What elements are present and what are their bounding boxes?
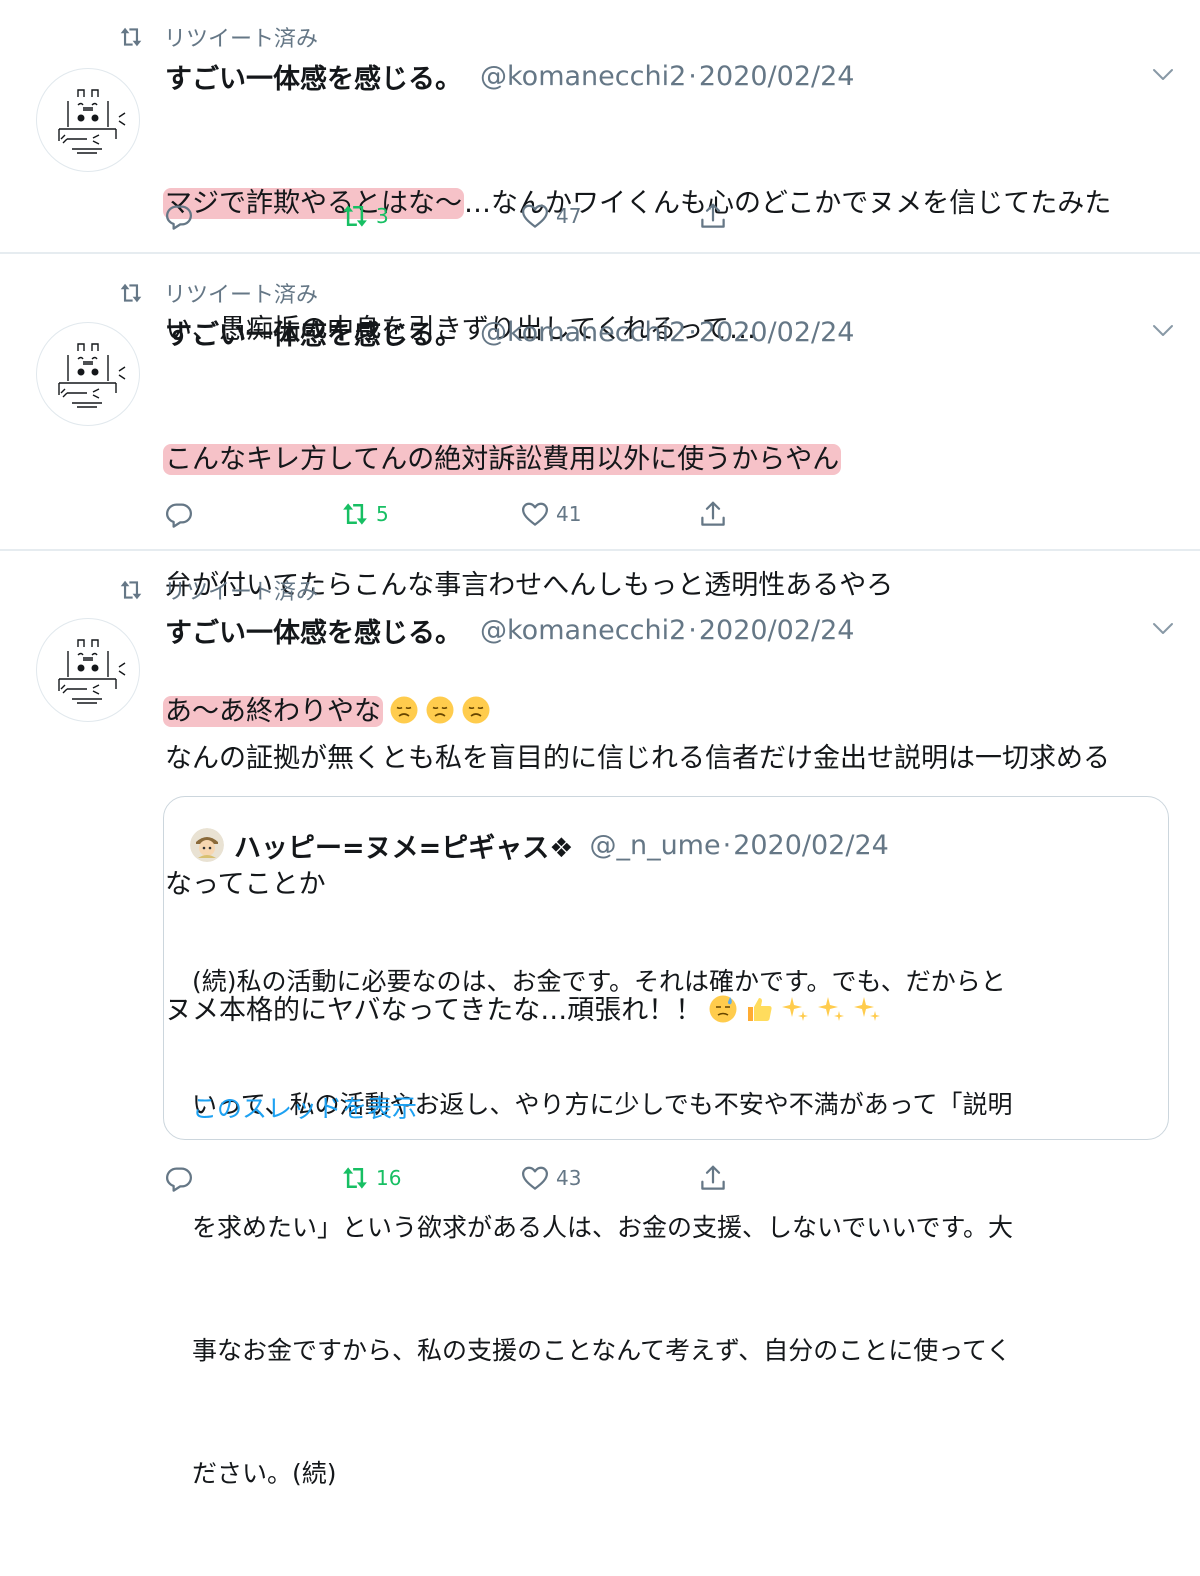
separator: · [688,60,697,92]
share-icon [698,499,728,529]
retweet-icon [340,499,370,529]
retweet-button[interactable]: 3 [340,196,389,236]
retweeted-label: リツイート済み [164,283,319,308]
share-icon [698,201,728,231]
avatar[interactable] [36,68,140,172]
quoted-avatar[interactable] [190,828,224,862]
avatar[interactable] [36,618,140,722]
retweet-icon [340,1163,370,1193]
heart-icon [520,1163,550,1193]
quoted-text-line: 事なお金ですから、私の支援のことなんて考えず、自分のことに使ってく [192,1336,1012,1365]
retweet-count: 3 [376,204,389,228]
retweet-icon [118,24,144,50]
retweeted-label: リツイート済み [164,580,319,605]
ascii-art-avatar-icon [37,619,139,721]
quoted-user-handle[interactable]: @_n_ume [589,830,720,861]
reply-button[interactable] [164,494,194,534]
quoted-text-line: を求めたい」という欲求がある人は、お金の支援、しないでいいです。大 [192,1213,1014,1242]
tweet-text-line: なんの証拠が無くとも私を盲目的に信じれる信者だけ金出せ説明は一切求める [165,738,1110,780]
like-count: 47 [556,204,582,228]
like-count: 43 [556,1166,582,1190]
heart-icon [520,499,550,529]
retweet-count: 5 [376,502,389,526]
share-button[interactable] [698,1158,728,1198]
separator: · [688,614,697,646]
divider [0,252,1200,254]
quoted-text-line: ださい。(続) [192,1459,337,1488]
tweet-actions: 16 43 [0,1158,1200,1198]
retweeted-indicator: リツイート済み [118,278,318,308]
tweet-actions: 5 41 [0,494,1200,534]
share-button[interactable] [698,494,728,534]
quoted-tweet-date[interactable]: 2020/02/24 [733,830,889,861]
retweet-icon [118,577,144,603]
share-icon [698,1163,728,1193]
retweet-count: 16 [376,1166,402,1190]
like-button[interactable]: 41 [520,494,581,534]
display-name[interactable]: すごい一体感を感じる。 [165,611,462,650]
retweet-button[interactable]: 16 [340,1158,401,1198]
reply-icon [164,499,194,529]
quoted-tweet-text: (続)私の活動に必要なのは、お金です。それは確かです。でも、だからと いって、私… [192,879,1013,1576]
quoted-display-name[interactable]: ハッピー=ヌメ=ピギャス❖ [234,826,573,865]
separator: · [688,316,697,348]
chevron-down-icon[interactable] [1152,68,1174,82]
tweet-date[interactable]: 2020/02/24 [699,317,855,348]
quoted-tweet[interactable]: ハッピー=ヌメ=ピギャス❖ @_n_ume · 2020/02/24 (続)私の… [163,796,1169,1488]
user-handle[interactable]: @komanecchi2 [480,615,686,646]
retweeted-indicator: リツイート済み [118,22,318,52]
display-name[interactable]: すごい一体感を感じる。 [165,313,462,352]
retweet-icon [340,201,370,231]
retweeted-label: リツイート済み [164,27,319,52]
retweet-icon [118,280,144,306]
avatar[interactable] [36,322,140,426]
like-count: 41 [556,502,582,526]
tweet-header: すごい一体感を感じる。 @komanecchi2 · 2020/02/24 [165,57,855,96]
tweet-header: すごい一体感を感じる。 @komanecchi2 · 2020/02/24 [165,611,855,650]
quoted-tweet-header: ハッピー=ヌメ=ピギャス❖ @_n_ume · 2020/02/24 [190,826,889,865]
text-segment: なんの証拠が無くとも私を盲目的に信じれる信者だけ金出せ説明は一切求める [165,743,1110,774]
reply-icon [164,201,194,231]
separator: · [722,829,732,861]
retweeted-indicator: リツイート済み [118,575,318,605]
reply-icon [164,1163,194,1193]
display-name[interactable]: すごい一体感を感じる。 [165,57,462,96]
share-button[interactable] [698,196,728,236]
user-handle[interactable]: @komanecchi2 [480,317,686,348]
like-button[interactable]: 47 [520,196,581,236]
tweet-actions: 3 47 [0,196,1200,236]
tweet-header: すごい一体感を感じる。 @komanecchi2 · 2020/02/24 [165,313,855,352]
user-handle[interactable]: @komanecchi2 [480,61,686,92]
chevron-down-icon[interactable] [1152,324,1174,338]
tweet-date[interactable]: 2020/02/24 [699,615,855,646]
reply-button[interactable] [164,1158,194,1198]
tweet-text-line: こんなキレ方してんの絶対訴訟費用以外に使うからやん [163,439,893,481]
divider [0,549,1200,551]
retweet-button[interactable]: 5 [340,494,389,534]
tweet-date[interactable]: 2020/02/24 [699,61,855,92]
chevron-down-icon[interactable] [1152,622,1174,636]
quoted-text-line: (続)私の活動に必要なのは、お金です。それは確かです。でも、だからと [192,967,1006,996]
reply-button[interactable] [164,196,194,236]
highlighted-text: こんなキレ方してんの絶対訴訟費用以外に使うからやん [163,444,842,475]
heart-icon [520,201,550,231]
like-button[interactable]: 43 [520,1158,581,1198]
ascii-art-avatar-icon [37,323,139,425]
ascii-art-avatar-icon [37,69,139,171]
show-thread-link[interactable]: このスレッドを表示 [192,1089,417,1125]
